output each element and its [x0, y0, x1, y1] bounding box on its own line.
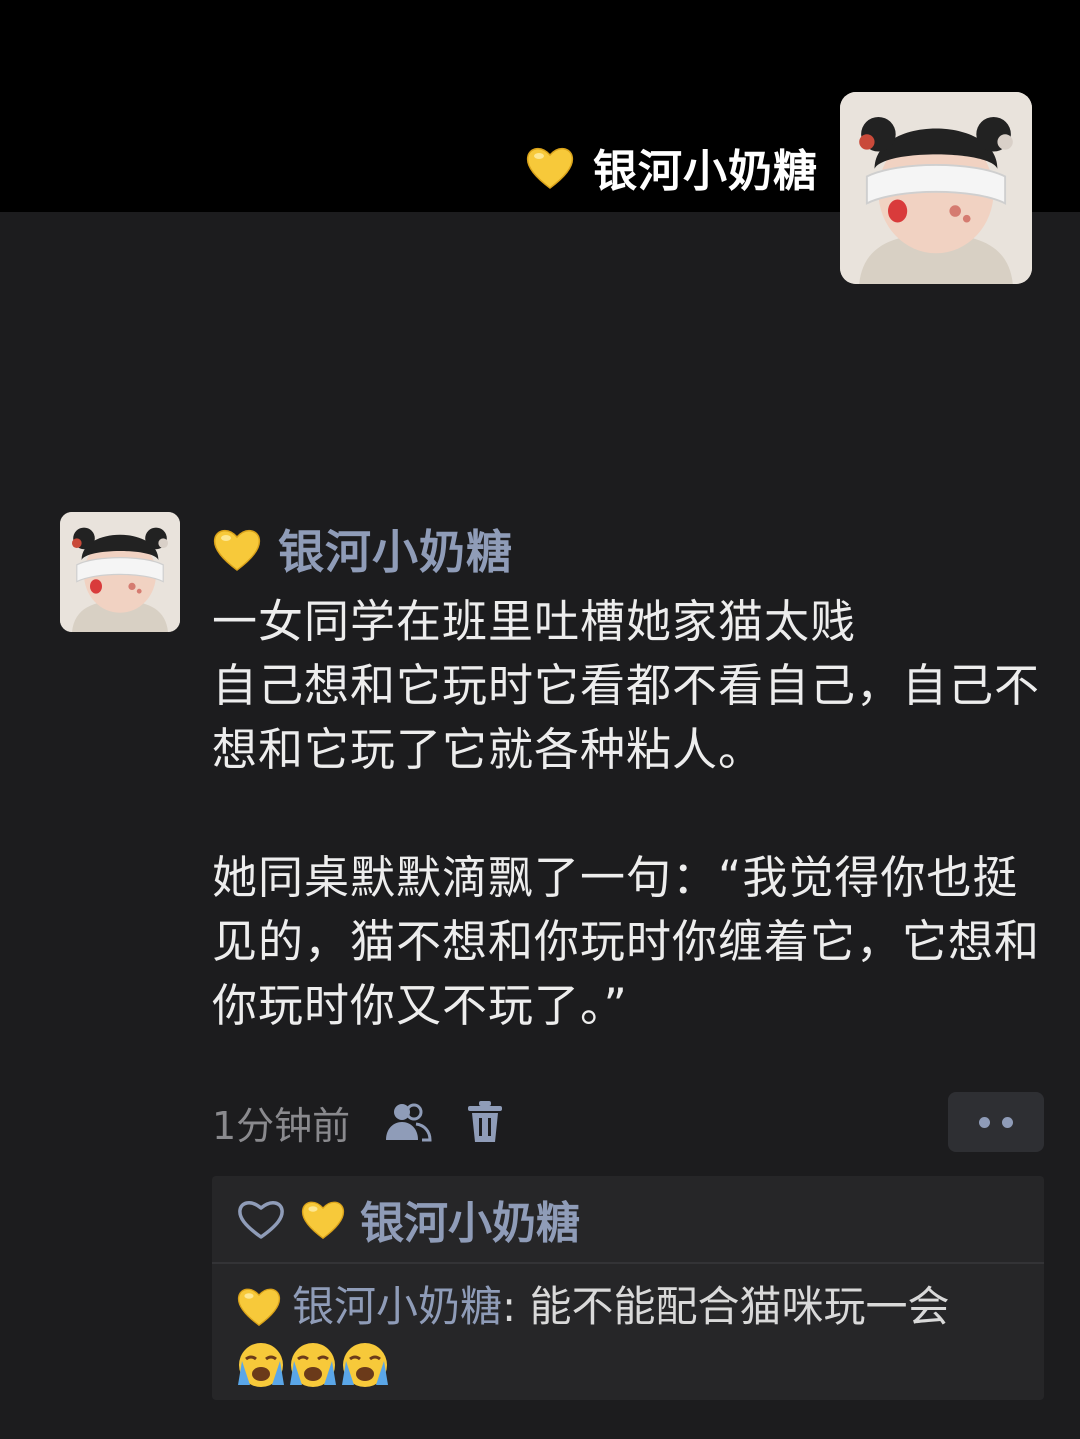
- comment-separator: :: [502, 1282, 517, 1331]
- post-author[interactable]: 银河小奶糖: [212, 520, 1042, 579]
- more-dot-icon: [1002, 1116, 1013, 1128]
- trash-icon[interactable]: [466, 1100, 504, 1144]
- yellow-heart-icon: [525, 144, 575, 190]
- loudly-crying-face-icon: [236, 1339, 286, 1389]
- post-avatar[interactable]: [60, 512, 180, 632]
- avatar-photo: [840, 92, 1032, 284]
- cover-avatar[interactable]: [840, 92, 1032, 284]
- interaction-box: 银河小奶糖 银河小奶糖: 能不能配合猫咪玩一会: [212, 1176, 1044, 1400]
- heart-outline-icon: [238, 1201, 284, 1239]
- yellow-heart-icon: [236, 1285, 282, 1327]
- yellow-heart-icon: [300, 1198, 346, 1240]
- comment-item[interactable]: 银河小奶糖: 能不能配合猫咪玩一会: [212, 1264, 1044, 1394]
- post-username[interactable]: 银河小奶糖: [278, 516, 513, 582]
- yellow-heart-icon: [212, 526, 262, 572]
- loudly-crying-face-icon: [340, 1339, 390, 1389]
- more-dot-icon: [979, 1116, 990, 1128]
- post-text: 一女同学在班里吐槽她家猫太贱 自己想和它玩时它看都不看自己，自己不想和它玩了它就…: [212, 595, 1041, 1032]
- avatar-photo: [60, 512, 180, 632]
- moment-post: 银河小奶糖 一女同学在班里吐槽她家猫太贱 自己想和它玩时它看都不看自己，自己不想…: [212, 520, 1042, 1038]
- more-button[interactable]: [948, 1092, 1044, 1152]
- comment-username[interactable]: 银河小奶糖: [292, 1282, 502, 1331]
- cover-username: 银河小奶糖: [593, 146, 818, 197]
- friends-visibility-icon[interactable]: [384, 1100, 432, 1144]
- loudly-crying-face-icon: [288, 1339, 338, 1389]
- comment-text: 能不能配合猫咪玩一会: [516, 1282, 950, 1331]
- likes-row: 银河小奶糖: [212, 1176, 1044, 1264]
- post-meta: 1分钟前: [212, 1092, 1044, 1152]
- like-username[interactable]: 银河小奶糖: [360, 1187, 580, 1251]
- post-timestamp: 1分钟前: [212, 1103, 351, 1148]
- cover-user[interactable]: 银河小奶糖: [525, 135, 818, 199]
